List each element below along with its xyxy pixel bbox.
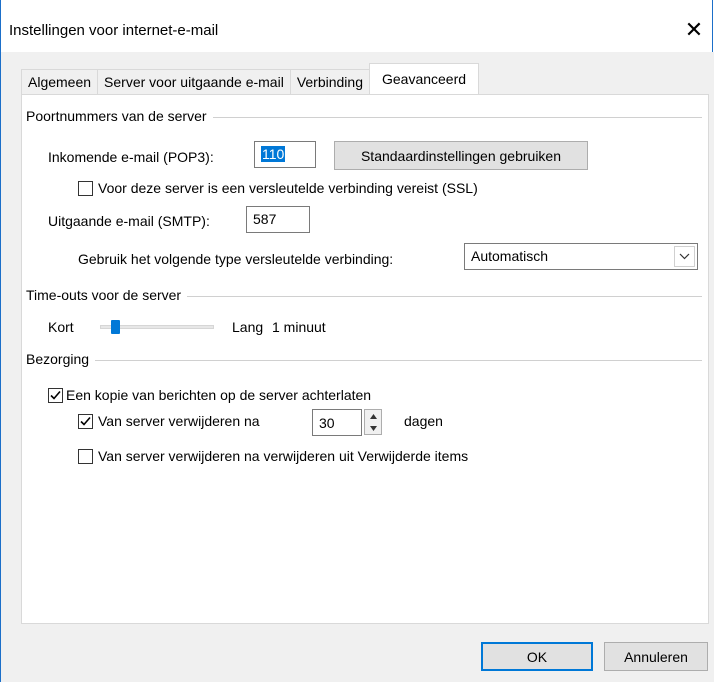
close-icon[interactable]: ✕ — [682, 18, 706, 42]
incoming-port-value: 110 — [261, 146, 286, 162]
tab-bar: Algemeen Server voor uitgaande e-mail Ve… — [21, 63, 480, 94]
days-spinner[interactable] — [364, 409, 382, 435]
tab-geavanceerd[interactable]: Geavanceerd — [368, 63, 480, 94]
timeout-short-label: Kort — [48, 319, 74, 335]
ok-button[interactable]: OK — [481, 642, 593, 671]
spin-down-icon[interactable] — [365, 422, 381, 434]
remove-after-days-input[interactable]: 30 — [312, 409, 362, 436]
ssl-checkbox-label: Voor deze server is een versleutelde ver… — [98, 180, 478, 196]
ssl-checkbox[interactable] — [78, 181, 93, 196]
remove-deleted-label: Van server verwijderen na verwijderen ui… — [98, 448, 469, 464]
window-title: Instellingen voor internet-e-mail — [9, 22, 219, 39]
days-label: dagen — [404, 413, 443, 429]
dialog-body: Algemeen Server voor uitgaande e-mail Ve… — [1, 52, 714, 682]
tab-verbinding[interactable]: Verbinding — [289, 69, 370, 94]
incoming-port-label: Inkomende e-mail (POP3): — [48, 149, 214, 165]
use-defaults-button[interactable]: Standaardinstellingen gebruiken — [334, 141, 588, 170]
timeout-slider-thumb[interactable] — [110, 320, 120, 334]
leave-copy-checkbox[interactable] — [48, 388, 63, 403]
incoming-port-input[interactable]: 110 — [254, 141, 316, 168]
tab-panel-geavanceerd: Poortnummers van de server Inkomende e-m… — [21, 94, 709, 624]
tab-algemeen[interactable]: Algemeen — [21, 69, 99, 94]
encryption-type-label: Gebruik het volgende type versleutelde v… — [78, 251, 394, 267]
leave-copy-label: Een kopie van berichten op de server ach… — [66, 387, 372, 403]
encryption-type-select[interactable]: Automatisch — [464, 243, 698, 270]
spin-up-icon[interactable] — [365, 410, 381, 422]
chevron-down-icon[interactable] — [674, 246, 695, 267]
checkmark-icon — [80, 416, 91, 426]
outgoing-port-label: Uitgaande e-mail (SMTP): — [48, 213, 210, 229]
remove-after-checkbox[interactable] — [78, 414, 93, 429]
cancel-button[interactable]: Annuleren — [604, 642, 708, 671]
checkmark-icon — [50, 390, 61, 400]
group-title-delivery: Bezorging — [26, 351, 96, 367]
group-title-server-ports: Poortnummers van de server — [26, 108, 213, 124]
remove-after-label: Van server verwijderen na — [98, 413, 260, 429]
timeout-long-label: Lang — [232, 319, 264, 335]
encryption-type-value: Automatisch — [471, 248, 549, 264]
group-title-timeouts: Time-outs voor de server — [26, 287, 188, 303]
timeout-value: 1 minuut — [272, 319, 326, 335]
tab-server-uitgaande-email[interactable]: Server voor uitgaande e-mail — [97, 69, 291, 94]
dialog-window: Instellingen voor internet-e-mail ✕ Alge… — [0, 0, 714, 682]
remove-deleted-checkbox[interactable] — [78, 449, 93, 464]
outgoing-port-input[interactable]: 587 — [246, 206, 310, 233]
group-divider — [26, 360, 702, 361]
